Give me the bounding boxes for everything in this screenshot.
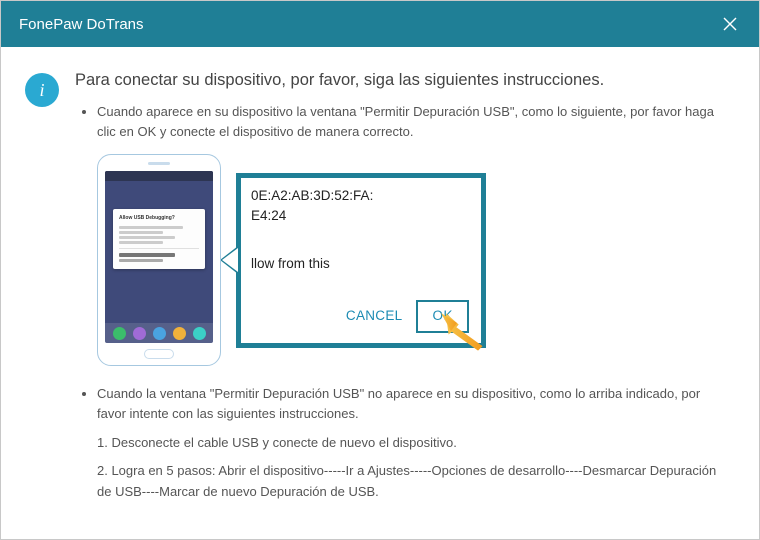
list-item: Cuando la ventana "Permitir Depuración U… [97,384,731,503]
phone-screen: Allow USB Debugging? [105,171,213,343]
phone-mockup: Allow USB Debugging? [97,154,221,366]
cancel-button[interactable]: CANCEL [346,306,403,327]
mac-address-line2: E4:24 [251,206,471,226]
callout-pointer [220,246,238,274]
zoomed-dialog: 0E:A2:AB:3D:52:FA: E4:24 llow from this … [236,173,486,348]
dock-app-icon [133,327,146,340]
instruction-list: Cuando aparece en su dispositivo la vent… [75,102,731,503]
step-2-text: 2. Logra en 5 pasos: Abrir el dispositiv… [97,461,731,503]
dock-app-icon [193,327,206,340]
dialog-window: FonePaw DoTrans i Para conectar su dispo… [0,0,760,540]
close-icon [722,16,738,32]
illustration: Allow USB Debugging? [97,154,731,366]
dock-app-icon [173,327,186,340]
close-button[interactable] [715,9,745,39]
mac-address-line1: 0E:A2:AB:3D:52:FA: [251,186,471,206]
phone-dock [105,323,213,343]
titlebar: FonePaw DoTrans [1,1,759,47]
dock-app-icon [113,327,126,340]
dialog-button-row: CANCEL OK [346,300,469,333]
instruction-text-1: Cuando aparece en su dispositivo la vent… [97,104,714,139]
phone-dialog: Allow USB Debugging? [113,209,205,268]
allow-text-fragment: llow from this [251,254,471,275]
info-icon: i [25,73,59,107]
window-title: FonePaw DoTrans [19,16,144,33]
ok-button[interactable]: OK [416,300,469,333]
main-area: Para conectar su dispositivo, por favor,… [75,71,731,515]
dialog-content: i Para conectar su dispositivo, por favo… [1,47,759,539]
instructions-heading: Para conectar su dispositivo, por favor,… [75,71,731,90]
dock-app-icon [153,327,166,340]
instruction-text-2: Cuando la ventana "Permitir Depuración U… [97,384,731,424]
step-1-text: 1. Desconecte el cable USB y conecte de … [97,433,731,454]
list-item: Cuando aparece en su dispositivo la vent… [97,102,731,366]
